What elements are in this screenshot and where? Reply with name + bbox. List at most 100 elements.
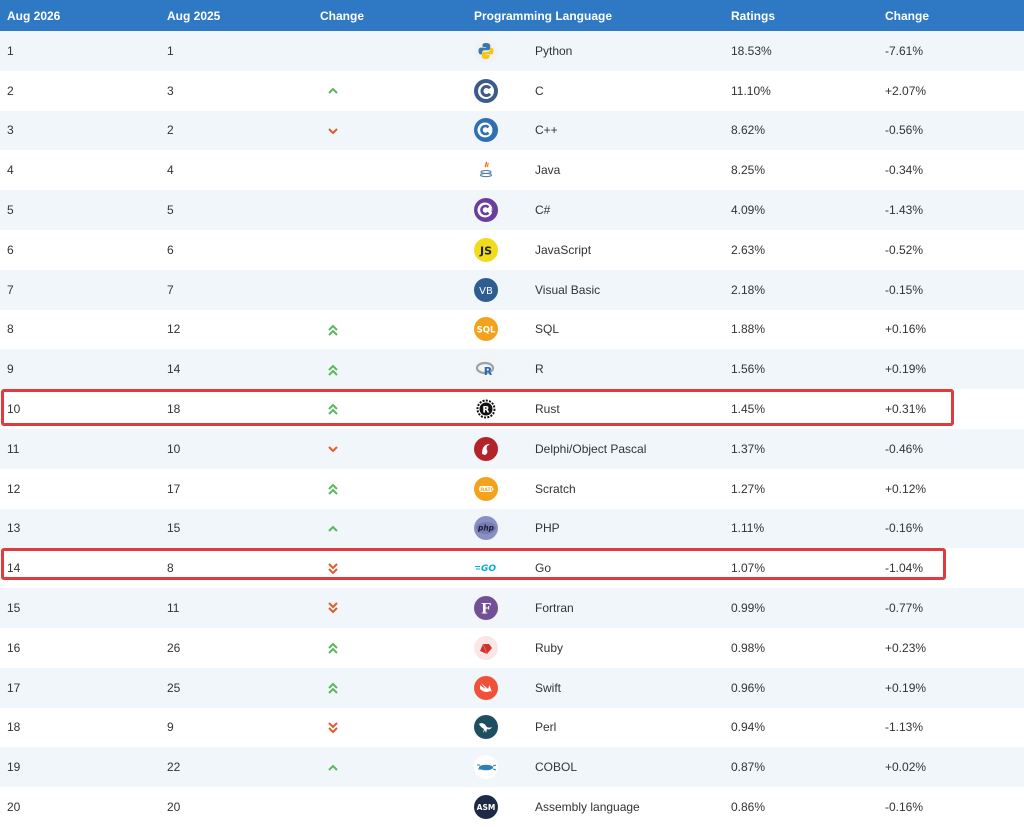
language-name[interactable]: JavaScript: [535, 243, 591, 257]
language-name[interactable]: PHP: [535, 521, 560, 535]
language-name[interactable]: C: [535, 84, 544, 98]
rating: 1.88%: [724, 309, 878, 350]
rank-change: [313, 31, 467, 71]
rating: 2.63%: [724, 229, 878, 270]
rating: 1.37%: [724, 428, 878, 469]
rank-current: 2: [0, 70, 160, 111]
rank-previous: 9: [160, 707, 313, 748]
rank-current: 18: [0, 707, 160, 748]
rating: 0.96%: [724, 667, 878, 708]
language-name[interactable]: C++: [535, 123, 558, 137]
rank-change: [313, 428, 467, 469]
rating: 1.56%: [724, 349, 878, 390]
table-row-r[interactable]: 9 14 R R 1.56% +0.19%: [0, 349, 1024, 390]
language-cell: RR: [467, 349, 724, 390]
table-row-rust[interactable]: 10 18 R Rust 1.45% +0.31%: [0, 389, 1024, 429]
double-up-arrow-icon: [327, 402, 339, 416]
rank-current: 10: [0, 389, 160, 429]
table-row-ruby[interactable]: 16 26 Ruby 0.98% +0.23%: [0, 627, 1024, 668]
table-row-fortran[interactable]: 15 11 F Fortran 0.99% -0.77%: [0, 588, 1024, 628]
table-row-delphi-object-pascal[interactable]: 11 10 Delphi/Object Pascal 1.37% -0.46%: [0, 428, 1024, 469]
rating-change: -1.13%: [878, 707, 1024, 748]
language-name[interactable]: COBOL: [535, 760, 577, 774]
rank-change: [313, 468, 467, 509]
language-cell: Ruby: [467, 627, 724, 668]
table-row-scratch[interactable]: 12 17 SCRATCH Scratch 1.27% +0.12%: [0, 468, 1024, 509]
table-row-swift[interactable]: 17 25 Swift 0.96% +0.19%: [0, 667, 1024, 708]
language-cell: JS JavaScript: [467, 229, 724, 270]
double-up-arrow-icon: [327, 641, 339, 655]
rank-change: [313, 508, 467, 549]
rating: 18.53%: [724, 31, 878, 71]
header-current-month[interactable]: Aug 2026: [0, 0, 160, 31]
rank-current: 13: [0, 508, 160, 549]
sql-icon: SQL: [474, 317, 498, 342]
header-ratings[interactable]: Ratings: [724, 0, 878, 31]
tiobe-index-table: Aug 2026 Aug 2025 Change Programming Lan…: [0, 0, 1024, 827]
cpp-icon: ++: [474, 118, 498, 143]
language-cell: # C#: [467, 190, 724, 230]
rating-change: -7.61%: [878, 31, 1024, 71]
rank-previous: 17: [160, 468, 313, 509]
rating-change: -0.77%: [878, 588, 1024, 628]
table-row-c-[interactable]: 5 5 # C# 4.09% -1.43%: [0, 190, 1024, 230]
rank-change: [313, 190, 467, 230]
table-row-javascript[interactable]: 6 6 JS JavaScript 2.63% -0.52%: [0, 229, 1024, 270]
double-down-arrow-icon: [327, 601, 339, 615]
language-name[interactable]: Java: [535, 163, 560, 177]
table-row-java[interactable]: 4 4 Java 8.25% -0.34%: [0, 150, 1024, 191]
double-up-arrow-icon: [327, 323, 339, 337]
rank-change: [313, 70, 467, 111]
go-icon: GO: [474, 556, 498, 581]
rank-previous: 25: [160, 667, 313, 708]
rating: 1.07%: [724, 548, 878, 589]
header-ratings-change[interactable]: Change: [878, 0, 1024, 31]
language-cell: Perl: [467, 707, 724, 748]
java-icon: [474, 158, 498, 183]
table-row-perl[interactable]: 18 9 Perl 0.94% -1.13%: [0, 707, 1024, 748]
table-row-go[interactable]: 14 8 GO Go 1.07% -1.04%: [0, 548, 1024, 589]
header-programming-language[interactable]: Programming Language: [467, 0, 724, 31]
assembly-icon: ASM: [474, 795, 498, 820]
table-row-cobol[interactable]: 19 22 COBOL 0.87% +0.02%: [0, 747, 1024, 788]
rank-previous: 2: [160, 110, 313, 151]
rating: 0.98%: [724, 627, 878, 668]
double-up-arrow-icon: [327, 363, 339, 377]
language-cell: C: [467, 70, 724, 111]
rank-change: [313, 229, 467, 270]
svg-text:R: R: [483, 406, 490, 416]
language-name[interactable]: Python: [535, 44, 572, 58]
rank-change: [313, 309, 467, 350]
table-row-visual-basic[interactable]: 7 7 VB Visual Basic 2.18% -0.15%: [0, 269, 1024, 310]
language-name[interactable]: SQL: [535, 322, 559, 336]
rank-current: 1: [0, 31, 160, 71]
language-name[interactable]: Scratch: [535, 482, 576, 496]
table-row-sql[interactable]: 8 12 SQL SQL 1.88% +0.16%: [0, 309, 1024, 350]
ruby-icon: [474, 635, 498, 660]
rating-change: +0.23%: [878, 627, 1024, 668]
language-name[interactable]: Rust: [535, 402, 560, 416]
language-name[interactable]: Delphi/Object Pascal: [535, 442, 646, 456]
header-change[interactable]: Change: [313, 0, 467, 31]
table-row-c-[interactable]: 32 ++ C++ 8.62%-0.56%: [0, 110, 1024, 151]
table-header-row: Aug 2026 Aug 2025 Change Programming Lan…: [0, 0, 1024, 31]
language-name[interactable]: Ruby: [535, 641, 563, 655]
language-name[interactable]: Visual Basic: [535, 283, 600, 297]
table-row-php[interactable]: 13 15 php PHP 1.11% -0.16%: [0, 508, 1024, 549]
language-name[interactable]: Perl: [535, 720, 556, 734]
table-row-assembly-language[interactable]: 20 20 ASM Assembly language 0.86% -0.16%: [0, 787, 1024, 827]
header-previous-month[interactable]: Aug 2025: [160, 0, 313, 31]
rank-change: [313, 110, 467, 151]
language-name[interactable]: Assembly language: [535, 800, 640, 814]
table-row-c[interactable]: 2 3 C 11.10% +2.07%: [0, 70, 1024, 111]
language-cell: Swift: [467, 667, 724, 708]
language-name[interactable]: Go: [535, 561, 551, 575]
language-name[interactable]: C#: [535, 203, 550, 217]
language-name[interactable]: R: [535, 362, 544, 376]
javascript-icon: JS: [474, 237, 498, 262]
language-name[interactable]: Fortran: [535, 601, 574, 615]
language-cell: COBOL: [467, 747, 724, 788]
table-row-python[interactable]: 1 1 Python 18.53% -7.61%: [0, 31, 1024, 71]
svg-text:ASM: ASM: [477, 803, 496, 812]
language-name[interactable]: Swift: [535, 681, 561, 695]
